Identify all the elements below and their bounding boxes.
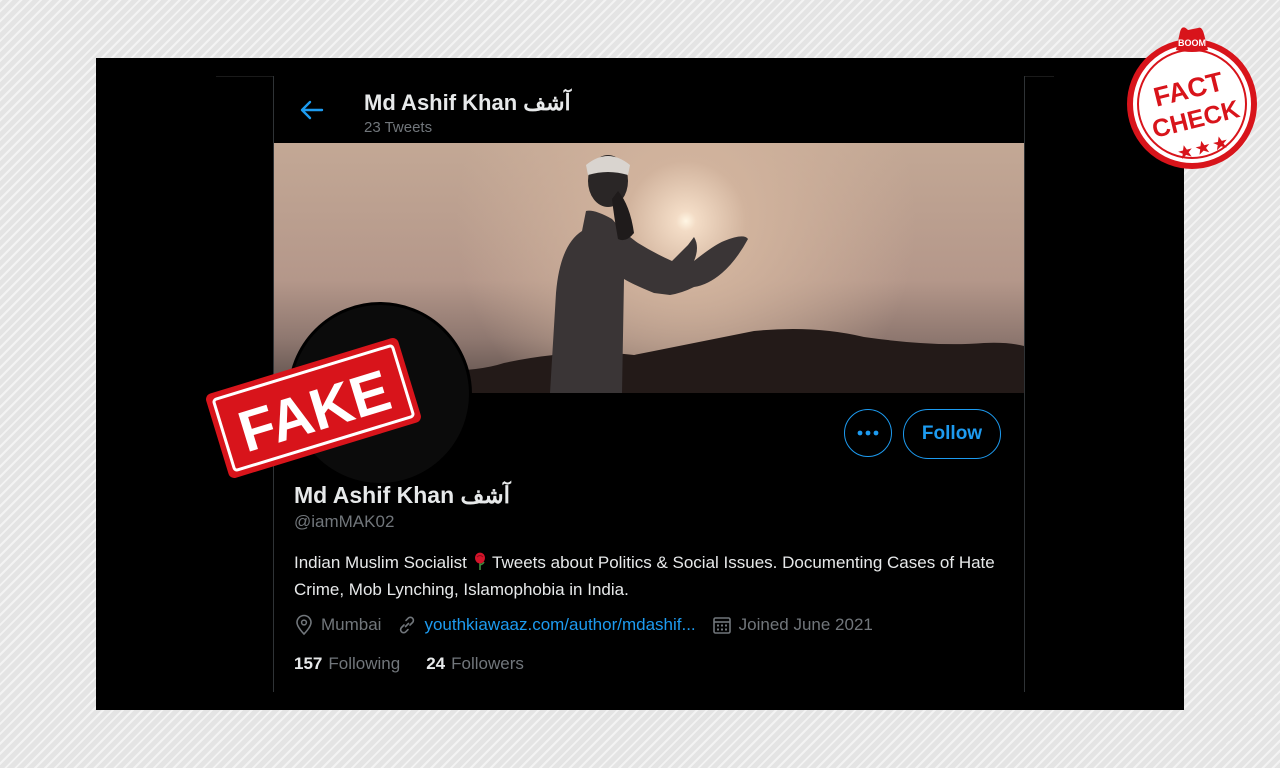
profile-meta: Mumbai youthkiawaaz.com/author/mdashif..… xyxy=(294,613,889,637)
calendar-icon xyxy=(712,617,731,634)
followers-label: Followers xyxy=(451,654,524,673)
rose-icon xyxy=(472,552,488,577)
website[interactable]: youthkiawaaz.com/author/mdashif... xyxy=(397,615,696,635)
tweet-count: 23 Tweets xyxy=(364,119,433,136)
location-icon xyxy=(296,614,312,636)
location: Mumbai xyxy=(294,614,381,636)
fact-check-badge: BOOM FACT CHECK xyxy=(1122,24,1262,172)
profile-header: Md Ashif Khan آشف 23 Tweets xyxy=(274,76,1024,142)
following-link[interactable]: 157 Following xyxy=(294,654,400,674)
boom-text: BOOM xyxy=(1178,38,1206,48)
joined-date: Joined June 2021 xyxy=(712,615,873,635)
profile-stats: 157 Following 24 Followers xyxy=(294,654,550,674)
bio-text-1: Indian Muslim Socialist xyxy=(294,553,472,572)
following-count: 157 xyxy=(294,654,323,673)
followers-count: 24 xyxy=(426,654,446,673)
back-arrow-icon[interactable] xyxy=(296,94,328,126)
more-icon xyxy=(857,430,879,436)
handle: @iamMAK02 xyxy=(294,512,395,531)
bio: Indian Muslim Socialist Tweets about Pol… xyxy=(294,550,1014,602)
joined-text: Joined June 2021 xyxy=(738,615,873,634)
header-display-name: Md Ashif Khan آشف xyxy=(364,90,571,115)
more-button[interactable] xyxy=(844,409,892,457)
followers-link[interactable]: 24 Followers xyxy=(426,654,524,674)
location-text: Mumbai xyxy=(321,615,382,634)
following-label: Following xyxy=(328,654,401,673)
link-icon xyxy=(400,616,415,634)
display-name: Md Ashif Khan آشف xyxy=(294,482,511,508)
follow-button[interactable]: Follow xyxy=(903,409,1001,459)
website-link[interactable]: youthkiawaaz.com/author/mdashif... xyxy=(424,615,695,635)
